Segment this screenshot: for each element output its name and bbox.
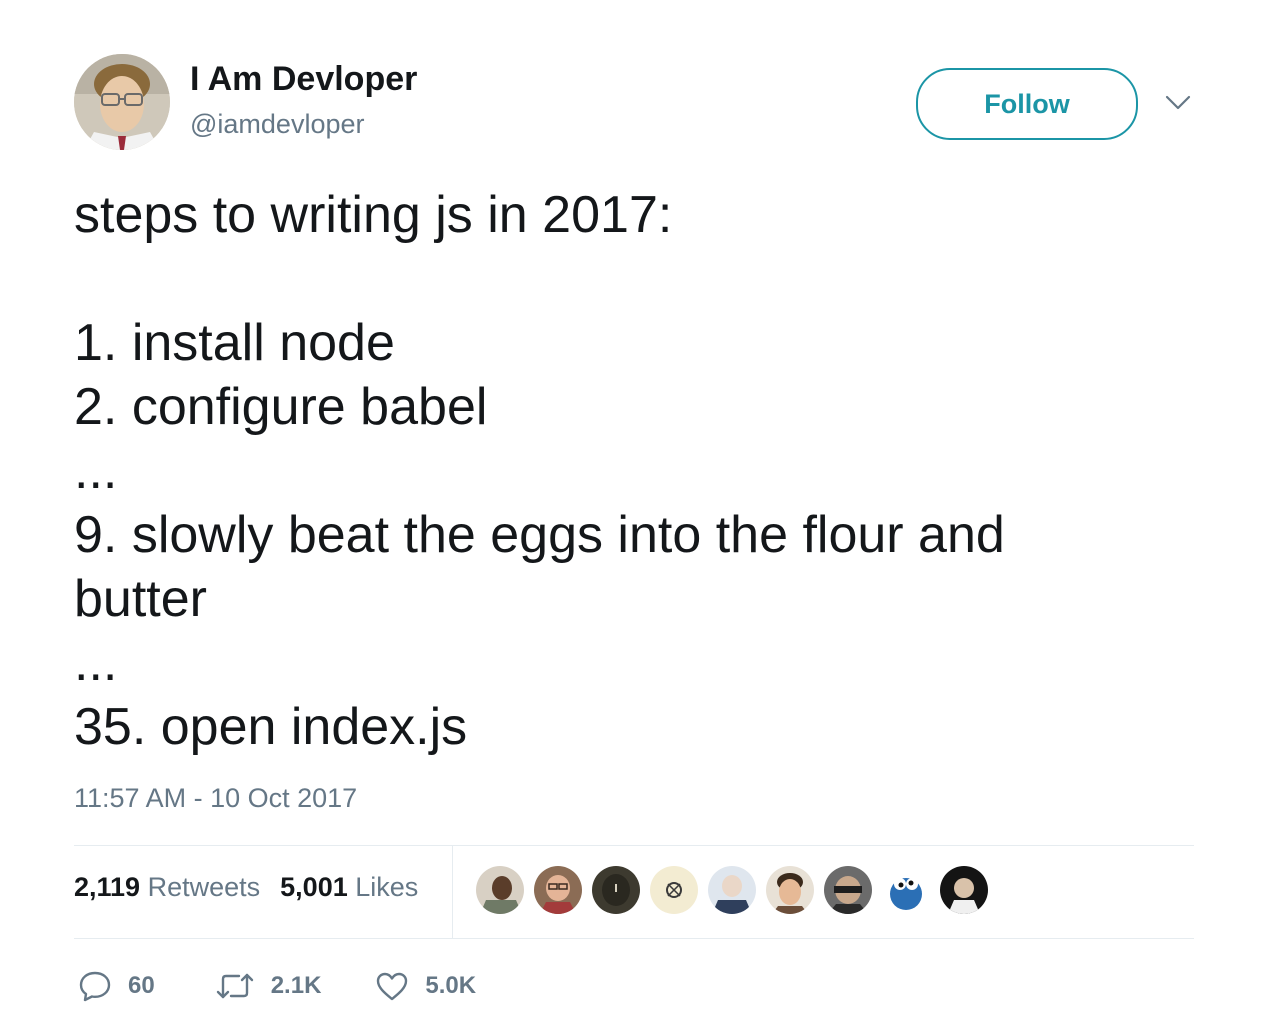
liker-avatar[interactable] [592,866,640,914]
liker-avatar-image [824,866,872,914]
tweet-line [74,247,1194,311]
retweet-count: 2.1K [270,972,322,999]
retweet-icon [216,973,253,999]
liker-avatar[interactable] [534,866,582,914]
reply-icon [79,971,111,1002]
retweets-stat[interactable]: 2,119 Retweets [74,872,260,903]
heart-icon [377,972,408,1001]
stats-bottom-divider [74,938,1194,939]
liker-avatar-image [940,866,988,914]
liker-avatars [476,866,988,914]
retweets-count: 2,119 [74,872,141,902]
stats-top-divider [74,845,1194,846]
retweet-button[interactable]: 2.1K [215,971,322,1001]
likes-stat[interactable]: 5,001 Likes [280,872,418,903]
liker-avatar[interactable] [824,866,872,914]
liker-avatar[interactable] [650,866,698,914]
liker-avatar[interactable] [476,866,524,914]
liker-avatar-image [650,866,698,914]
chevron-down-icon [1165,95,1191,110]
tweet-line: ... [74,634,118,692]
author-handle[interactable]: @iamdevloper [190,109,365,140]
liker-avatar[interactable] [882,866,930,914]
liker-avatar[interactable] [766,866,814,914]
liker-avatar-image [592,866,640,914]
retweets-label: Retweets [147,872,261,902]
tweet-line: 9. slowly beat the eggs into the flour a… [74,506,1005,564]
tweet-line: 35. open index.js [74,698,468,756]
liker-avatar-image [766,866,814,914]
author-avatar[interactable] [74,54,170,150]
like-count: 5.0K [425,972,477,999]
tweet-line: butter [74,570,207,628]
like-button[interactable]: 5.0K [375,971,476,1001]
stats-vertical-divider [452,846,453,938]
follow-button[interactable]: Follow [916,68,1138,140]
liker-avatar-image [882,866,930,914]
liker-avatar[interactable] [708,866,756,914]
avatar-image [74,54,170,150]
tweet-stats: 2,119 Retweets 5,001 Likes [74,872,418,903]
liker-avatar-image [476,866,524,914]
tweet-actions: 60 2.1K 5.0K [78,966,476,1006]
tweet-text: steps to writing js in 2017: 1. install … [74,183,1194,759]
author-display-name[interactable]: I Am Devloper [190,60,417,99]
reply-button[interactable]: 60 [78,969,155,1003]
tweet-line: ... [74,442,118,500]
likes-count: 5,001 [280,872,348,902]
tweet-timestamp[interactable]: 11:57 AM - 10 Oct 2017 [74,783,357,814]
liker-avatar[interactable] [940,866,988,914]
more-options-button[interactable] [1160,88,1196,118]
tweet-line: steps to writing js in 2017: [74,186,673,244]
reply-count: 60 [128,972,155,999]
tweet-line: 2. configure babel [74,378,488,436]
liker-avatar-image [708,866,756,914]
likes-label: Likes [355,872,419,902]
liker-avatar-image [534,866,582,914]
tweet-line: 1. install node [74,314,395,372]
